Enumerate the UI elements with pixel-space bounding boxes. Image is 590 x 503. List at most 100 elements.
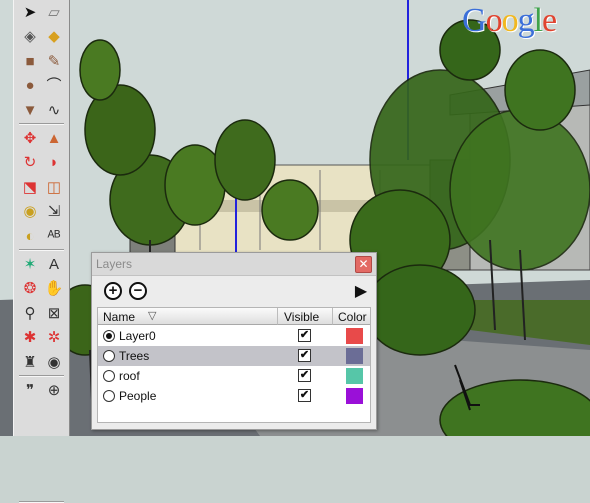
delete-layer-button[interactable]: − [129,282,147,300]
move-tool[interactable]: ✥ [19,127,41,149]
footprints-icon: ❞ [25,381,35,399]
zoom-previous-tool[interactable]: ✱ [19,327,41,349]
polygon-tool[interactable]: ▼ [19,99,41,121]
polygon-icon: ▼ [22,101,38,119]
visible-checkbox[interactable]: ✔ [298,369,311,382]
visible-checkbox[interactable]: ✔ [298,329,311,342]
layer-color-swatch[interactable] [346,328,363,344]
google-logo-letter: o [501,2,519,39]
layer-row[interactable]: People ✔ [98,386,370,406]
layer-color-swatch[interactable] [346,348,363,364]
freehand-icon: ∿ [47,101,61,119]
push-pull-icon: ▲ [46,129,62,147]
zoom-previous-icon: ✱ [23,329,37,347]
check-icon: ✔ [299,349,310,361]
layers-table: Name ▽ Visible Color Layer0 ✔ Trees ✔ roof ✔ P… [97,307,371,423]
zoom-extents-icon: ✲ [47,329,61,347]
tape-measure-tool[interactable]: ◉ [19,201,41,223]
zoom-window-icon: ⊠ [47,304,61,322]
layer-name[interactable]: People [119,389,156,403]
hand-icon: ✋ [44,280,64,298]
sort-arrow-icon: ▽ [148,310,157,322]
active-layer-radio[interactable] [103,330,115,342]
layer-name[interactable]: Trees [119,349,149,363]
column-header-visible[interactable]: Visible [278,308,333,325]
layer-row[interactable]: Layer0 ✔ [98,326,370,346]
google-logo-letter: e [542,2,557,39]
position-camera-tool[interactable]: ♜ [19,351,41,373]
offset-icon: ◫ [46,178,62,196]
text-icon: ᴬᴮ [47,227,61,245]
rectangle-tool[interactable]: ■ [19,50,41,72]
layer-row[interactable]: roof ✔ [98,366,370,386]
look-around-tool[interactable]: ◉ [43,351,65,373]
dimension-tool[interactable]: ⇲ [43,201,65,223]
make-component-tool[interactable]: ◈ [19,26,41,48]
zoom-extents-tool[interactable]: ✲ [43,327,65,349]
layer-color-swatch[interactable] [346,368,363,384]
arrow-icon: ➤ [23,3,37,21]
freehand-tool[interactable]: ∿ [43,99,65,121]
google-logo-letter: g [517,2,535,39]
plus-icon: + [108,282,118,299]
axes-icon: ✶ [23,255,37,273]
close-icon: ✕ [358,257,369,271]
offset-tool[interactable]: ◫ [43,176,65,198]
arc-tool[interactable]: ⌒ [43,75,65,97]
layers-title: Layers [96,257,133,271]
eraser-tool[interactable]: ▱ [43,1,65,23]
column-header-color[interactable]: Color [333,308,370,325]
toolbar-separator [19,249,64,251]
active-layer-radio[interactable] [103,370,115,382]
zoom-window-tool[interactable]: ⊠ [43,302,65,324]
rectangle-icon: ■ [25,52,35,70]
walk-tool[interactable]: ❞ [19,379,41,401]
google-logo-letter: l [533,2,544,39]
circle-icon: ● [25,77,35,95]
column-name-label: Name [103,310,136,324]
arc-icon: ⌒ [46,77,62,95]
layer-name[interactable]: roof [119,369,140,383]
column-visible-label: Visible [284,310,320,324]
layers-title-bar[interactable]: Layers ✕ [92,253,376,276]
paint-bucket-tool[interactable]: ◆ [43,26,65,48]
protractor-tool[interactable]: ◐ [19,225,41,247]
dimension-icon: ⇲ [47,203,61,221]
eye-icon: ◉ [47,353,61,371]
text-tool[interactable]: ᴬᴮ [43,225,65,247]
orbit-tool[interactable]: ❂ [19,278,41,300]
rotate-tool[interactable]: ↻ [19,152,41,174]
select-tool[interactable]: ➤ [19,1,41,23]
google-logo-letter: o [485,2,503,39]
layers-panel: Layers ✕ + − ▶ Name ▽ Visible Color Laye… [91,252,377,430]
scale-icon: ⬔ [22,178,38,196]
pan-tool[interactable]: ✋ [43,278,65,300]
orbit-icon: ❂ [23,280,37,298]
active-layer-radio[interactable] [103,390,115,402]
layer-name[interactable]: Layer0 [119,329,156,343]
axes-tool[interactable]: ✶ [19,253,41,275]
check-icon: ✔ [299,369,310,381]
column-header-name[interactable]: Name ▽ [98,308,278,325]
3d-text-icon: A [48,255,59,273]
3d-text-tool[interactable]: A [43,253,65,275]
rotate-icon: ↻ [23,154,37,172]
zoom-tool[interactable]: ⚲ [19,302,41,324]
active-layer-radio[interactable] [103,350,115,362]
follow-me-icon: ◗ [49,154,59,172]
scale-tool[interactable]: ⬔ [19,176,41,198]
layer-color-swatch[interactable] [346,388,363,404]
circle-tool[interactable]: ● [19,75,41,97]
visible-checkbox[interactable]: ✔ [298,389,311,402]
layer-row[interactable]: Trees ✔ [98,346,370,366]
add-layer-button[interactable]: + [104,282,122,300]
camera-position-icon: ♜ [23,353,37,371]
push-pull-tool[interactable]: ▲ [43,127,65,149]
visible-checkbox[interactable]: ✔ [298,349,311,362]
eraser-icon: ▱ [48,3,60,21]
line-tool[interactable]: ✎ [43,50,65,72]
details-button[interactable]: ▶ [352,281,370,301]
close-button[interactable]: ✕ [355,256,372,273]
section-plane-tool[interactable]: ⊕ [43,379,65,401]
follow-me-tool[interactable]: ◗ [43,152,65,174]
